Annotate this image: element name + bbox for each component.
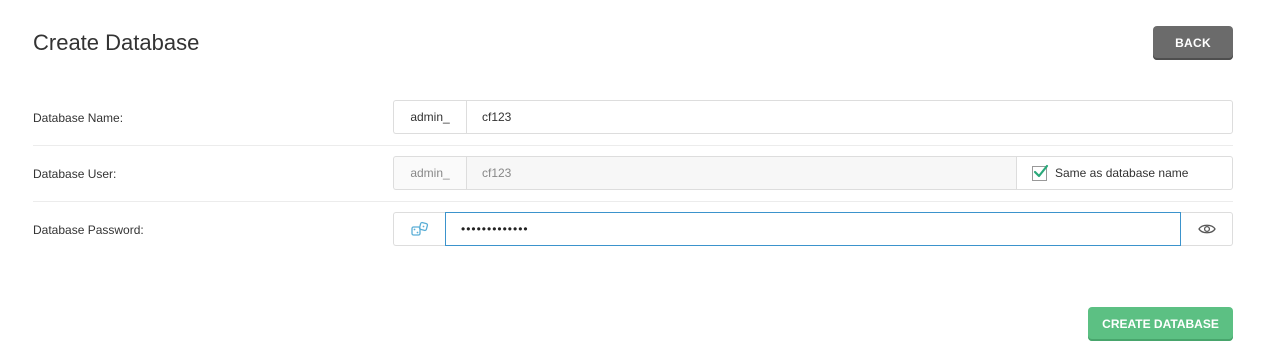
generate-password-button[interactable] xyxy=(393,212,445,246)
page-title: Create Database xyxy=(33,30,200,55)
db-user-prefix: admin_ xyxy=(393,156,466,190)
db-name-input-group: admin_ cf123 xyxy=(393,100,1233,134)
eye-icon xyxy=(1197,224,1216,234)
divider xyxy=(33,145,1233,146)
db-password-input[interactable]: ••••••••••••• xyxy=(445,212,1181,246)
db-name-input[interactable]: cf123 xyxy=(466,100,1233,134)
db-name-row: Database Name: admin_ cf123 xyxy=(33,95,1233,141)
db-user-row: Database User: admin_ cf123 Same as data… xyxy=(33,151,1233,197)
db-password-row: Database Password: ••••••••••••• xyxy=(33,207,1233,253)
same-as-db-name-option[interactable]: Same as database name xyxy=(1017,156,1233,190)
db-name-prefix: admin_ xyxy=(393,100,466,134)
db-password-label: Database Password: xyxy=(33,223,144,237)
dice-icon xyxy=(410,221,428,236)
db-password-input-group: ••••••••••••• xyxy=(393,212,1233,246)
create-database-button[interactable]: CREATE DATABASE xyxy=(1088,307,1233,341)
same-as-db-name-label: Same as database name xyxy=(1055,166,1189,180)
toggle-password-visibility-button[interactable] xyxy=(1181,212,1233,246)
back-button[interactable]: BACK xyxy=(1153,26,1233,60)
same-as-db-name-checkbox[interactable] xyxy=(1032,164,1049,181)
db-name-label: Database Name: xyxy=(33,111,124,125)
db-user-label: Database User: xyxy=(33,167,117,181)
db-user-input: cf123 xyxy=(466,156,1017,190)
divider xyxy=(33,201,1233,202)
checkmark-icon xyxy=(1033,164,1049,177)
db-user-input-group: admin_ cf123 Same as database name xyxy=(393,156,1233,190)
